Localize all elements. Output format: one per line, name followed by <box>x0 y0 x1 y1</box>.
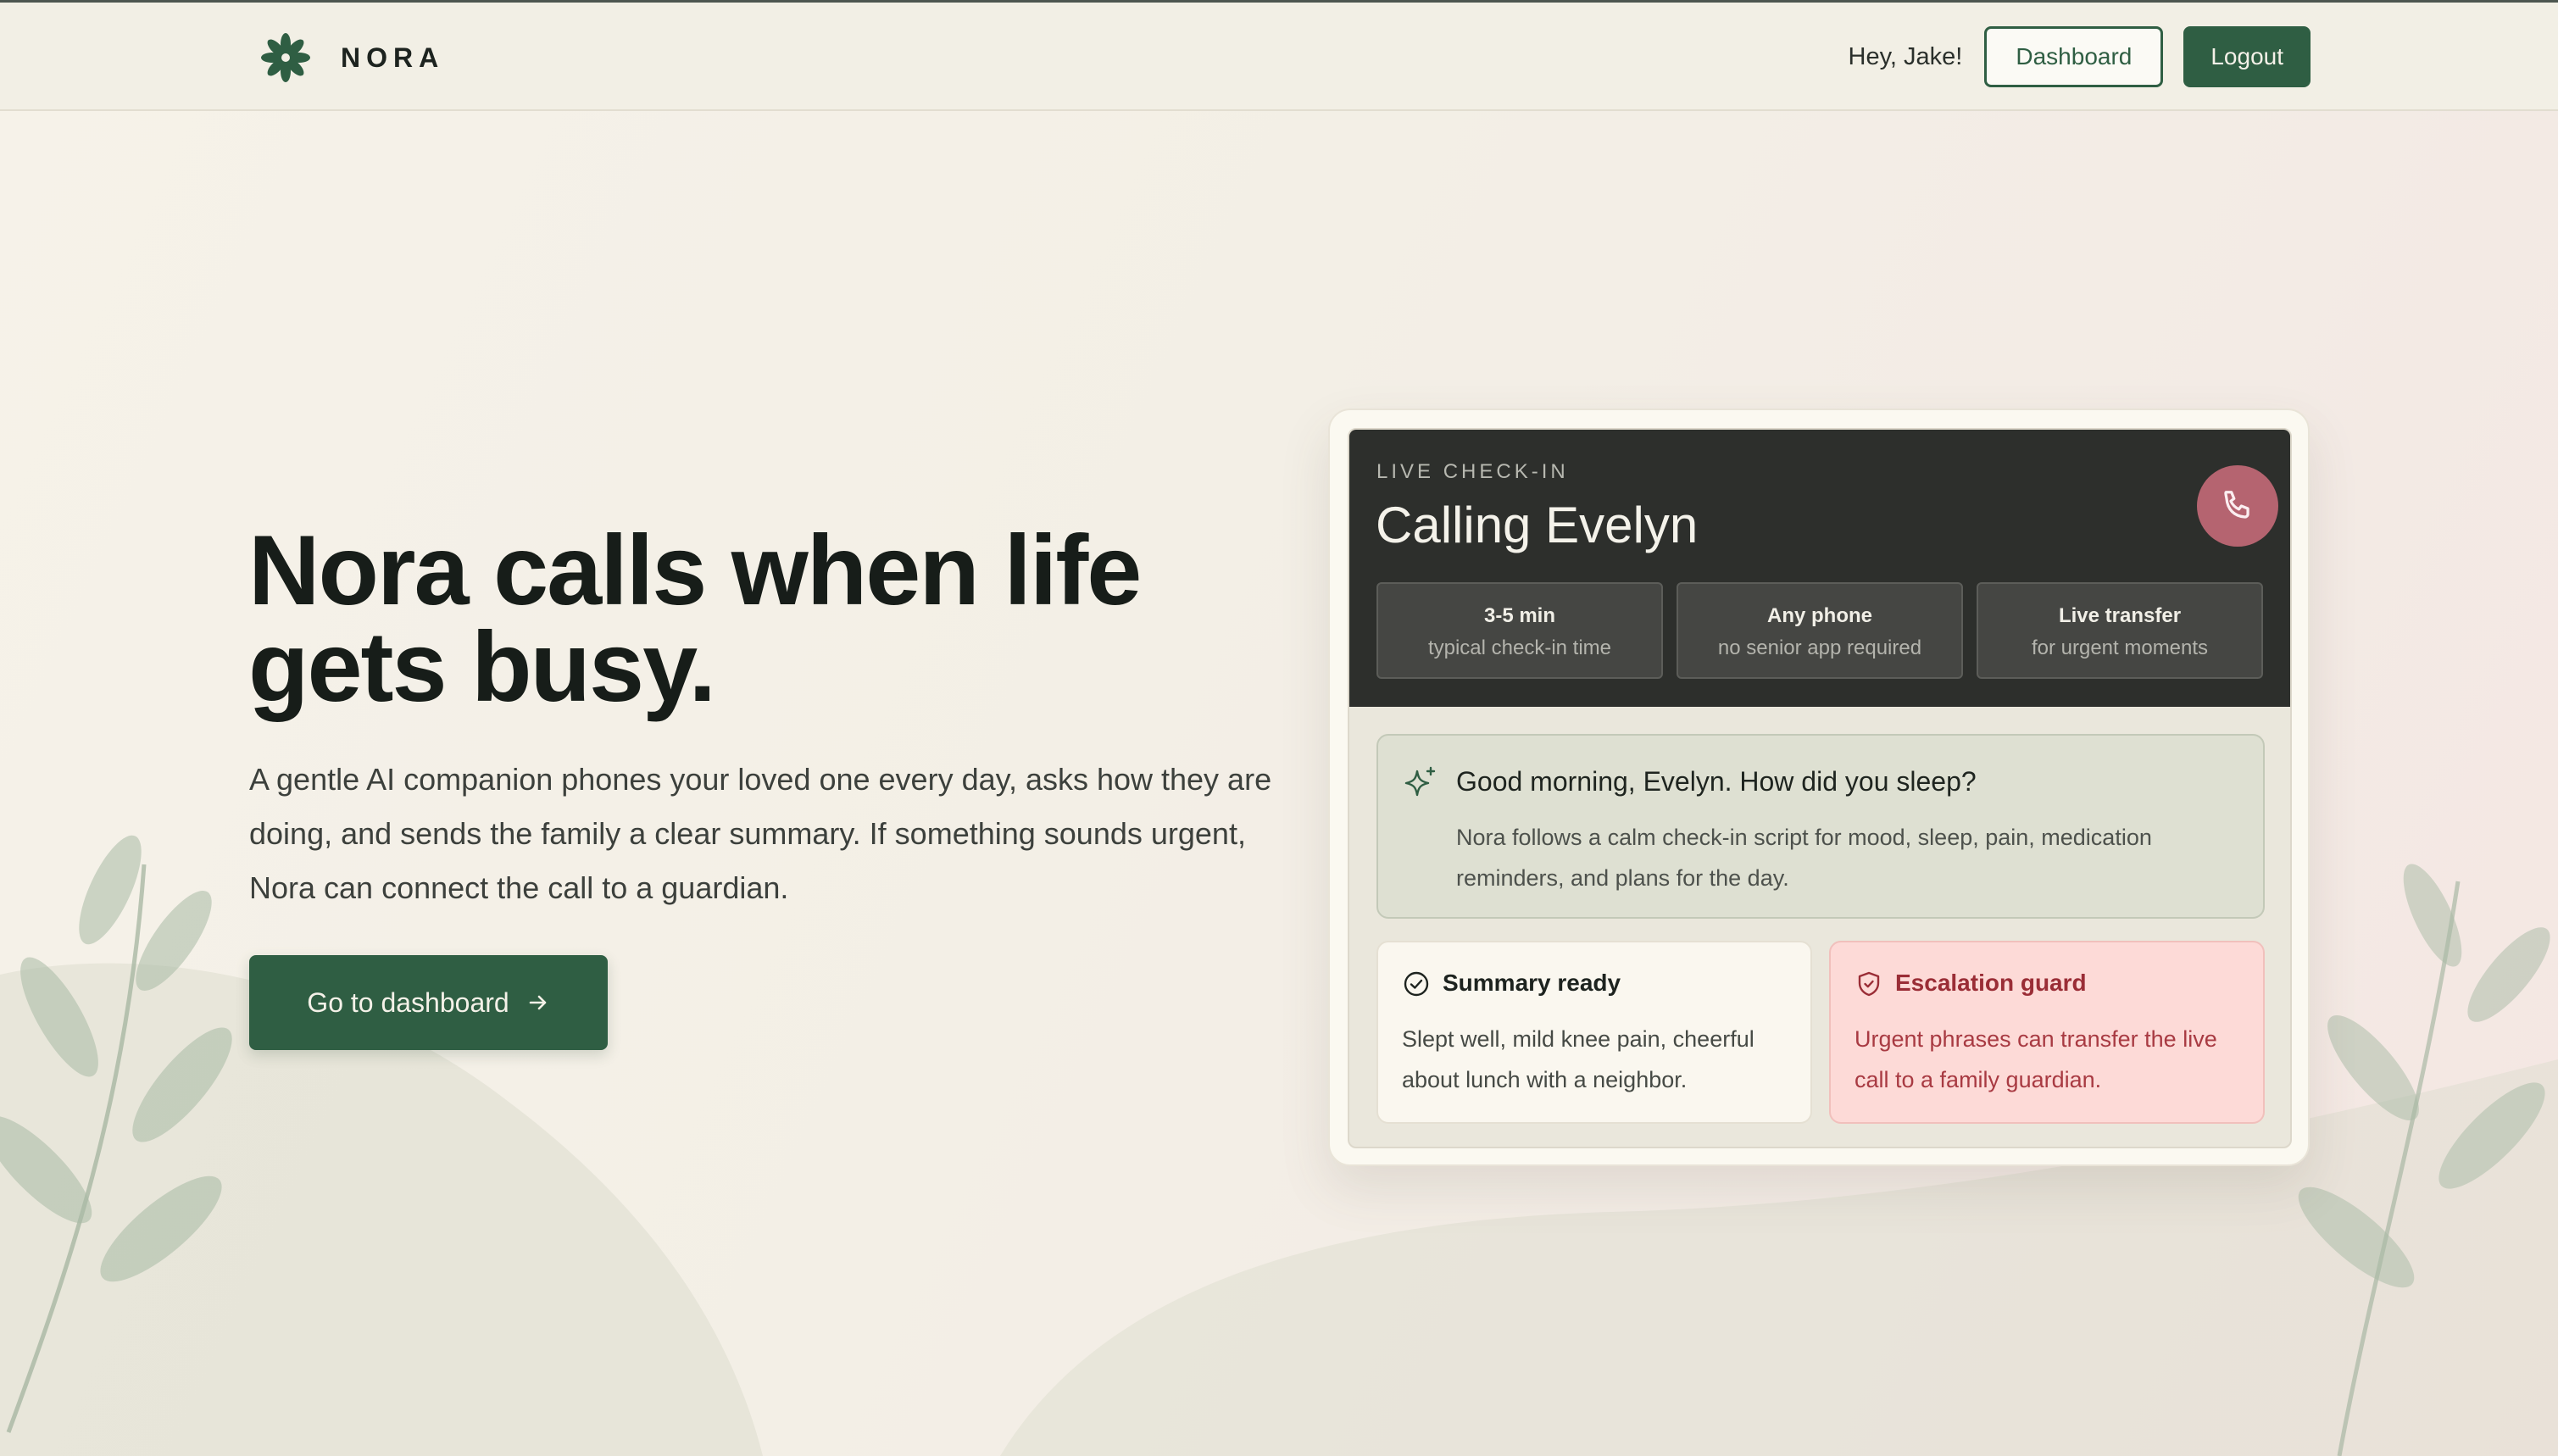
stat-live-transfer: Live transfer for urgent moments <box>1977 582 2263 679</box>
go-to-dashboard-button[interactable]: Go to dashboard <box>249 955 608 1050</box>
hero-title: Nora calls when life gets busy. <box>248 514 1142 722</box>
logout-button[interactable]: Logout <box>2183 26 2311 87</box>
dashboard-button[interactable]: Dashboard <box>1984 26 2164 87</box>
stat-value: Any phone <box>1767 604 1872 627</box>
stat-value: Live transfer <box>2058 604 2182 627</box>
hero-description: A gentle AI companion phones your loved … <box>249 762 1272 905</box>
checkin-greeting-box: Good morning, Evelyn. How did you sleep?… <box>1376 734 2265 919</box>
sparkle-icon <box>1404 766 1436 797</box>
leaf-branch-left <box>6 864 147 1433</box>
greeting-description: Nora follows a calm check-in script for … <box>1456 825 2152 891</box>
top-navigation-bar: NORA Hey, Jake! Dashboard Logout <box>0 0 2558 111</box>
brand[interactable]: NORA <box>259 31 444 84</box>
stat-value: 3-5 min <box>1483 604 1556 627</box>
stat-caption: no senior app required <box>1717 636 1922 659</box>
greeting-question: Good morning, Evelyn. How did you sleep? <box>1456 766 1977 797</box>
flower-logo-icon <box>261 33 310 82</box>
leaf-branch-right <box>2337 881 2461 1456</box>
summary-title: Summary ready <box>1443 970 1621 996</box>
nav-actions: Hey, Jake! Dashboard Logout <box>1849 26 2311 87</box>
cta-label: Go to dashboard <box>307 986 509 1018</box>
summary-ready-card: Summary ready Slept well, mild knee pain… <box>1376 941 1812 1124</box>
escalation-title: Escalation guard <box>1895 970 2087 996</box>
summary-body: Slept well, mild knee pain, cheerful abo… <box>1402 1026 1754 1092</box>
escalation-guard-card: Escalation guard Urgent phrases can tran… <box>1829 941 2265 1124</box>
call-panel: LIVE CHECK-IN Calling Evelyn 3-5 min typ… <box>1349 430 2290 707</box>
stat-checkin-time: 3-5 min typical check-in time <box>1376 582 1663 679</box>
card-inner: LIVE CHECK-IN Calling Evelyn 3-5 min typ… <box>1348 428 2292 1148</box>
phone-icon <box>2224 491 2249 519</box>
check-circle-icon <box>1404 971 1429 997</box>
brand-name: NORA <box>341 42 445 73</box>
live-checkin-label: LIVE CHECK-IN <box>1376 460 1569 483</box>
escalation-body: Urgent phrases can transfer the live cal… <box>1855 1026 2217 1092</box>
live-checkin-card: LIVE CHECK-IN Calling Evelyn 3-5 min typ… <box>1328 408 2310 1166</box>
arrow-right-icon <box>529 995 546 1010</box>
stat-caption: for urgent moments <box>2031 636 2209 659</box>
phone-call-button[interactable] <box>2197 465 2278 547</box>
call-title: Calling Evelyn <box>1376 497 1699 553</box>
user-greeting: Hey, Jake! <box>1848 42 1963 70</box>
stat-any-phone: Any phone no senior app required <box>1677 582 1963 679</box>
stat-caption: typical check-in time <box>1427 636 1612 659</box>
shield-icon <box>1858 971 1880 997</box>
